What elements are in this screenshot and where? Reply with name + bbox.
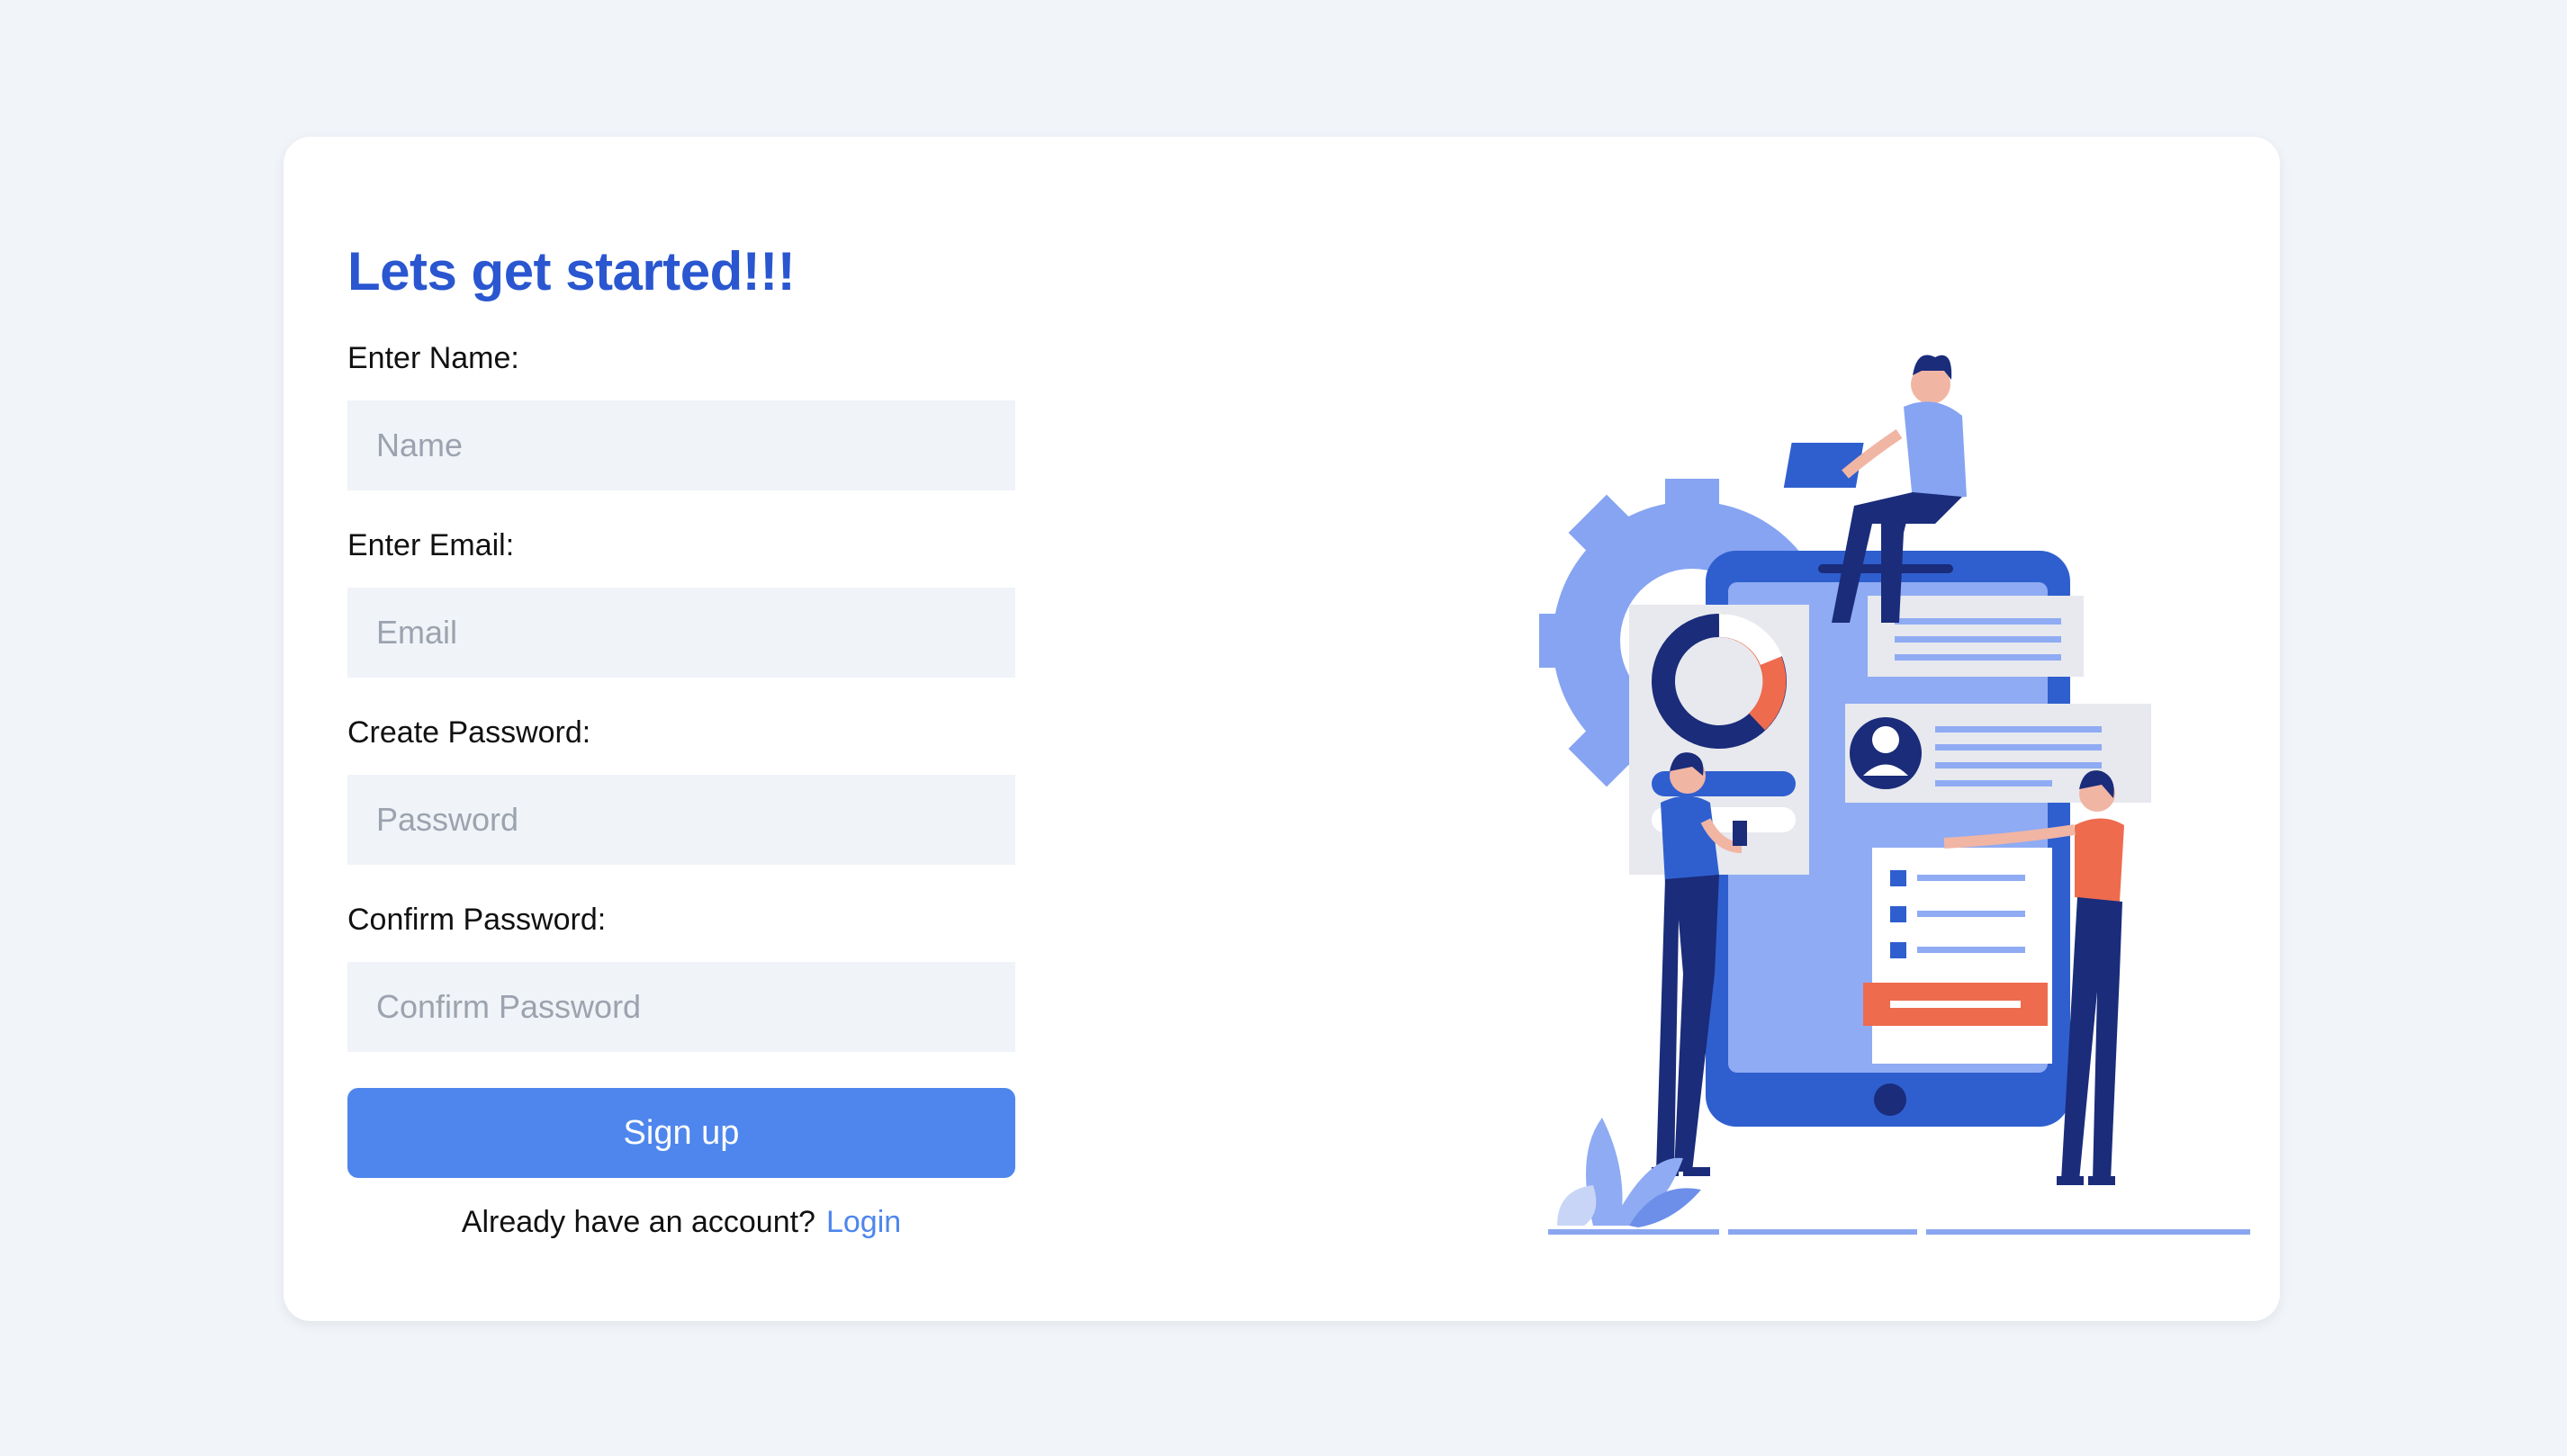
login-prompt-text: Already have an account? (461, 1205, 815, 1239)
checklist-card-icon (1863, 848, 2052, 1064)
name-input[interactable] (347, 400, 1015, 490)
mobile-app-team-illustration (1539, 355, 2250, 1235)
confirm-password-input[interactable] (347, 962, 1015, 1052)
signup-form: Lets get started!!! Enter Name: Enter Em… (347, 245, 1015, 1240)
login-prompt: Already have an account? Login (347, 1205, 1015, 1240)
sign-up-button[interactable]: Sign up (347, 1088, 1015, 1178)
email-input[interactable] (347, 588, 1015, 678)
text-card-icon (1868, 596, 2084, 677)
signup-card: Lets get started!!! Enter Name: Enter Em… (284, 137, 2280, 1321)
name-label: Enter Name: (347, 341, 519, 375)
password-label: Create Password: (347, 715, 591, 750)
confirm-password-label: Confirm Password: (347, 903, 607, 937)
page-title: Lets get started!!! (347, 241, 796, 301)
ground-line-icon (1548, 1229, 2250, 1235)
login-link[interactable]: Login (826, 1205, 901, 1239)
password-input[interactable] (347, 775, 1015, 865)
email-label: Enter Email: (347, 528, 515, 562)
